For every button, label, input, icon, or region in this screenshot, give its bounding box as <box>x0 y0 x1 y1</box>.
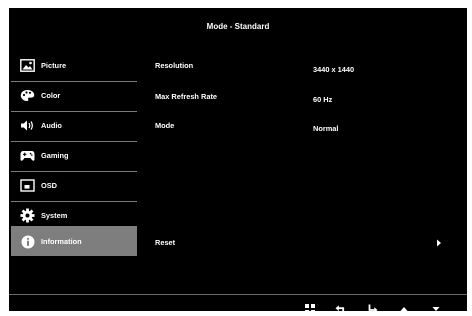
refresh-rate-label: Max Refresh Rate <box>155 92 218 101</box>
sidebar-item-gaming[interactable]: Gaming <box>11 142 137 171</box>
sidebar-item-label: Color <box>41 91 61 100</box>
resolution-value: 3440 x 1440 <box>313 65 355 74</box>
speaker-icon <box>20 118 35 133</box>
sidebar-item-audio[interactable]: Audio <box>11 112 137 141</box>
chevron-right-icon <box>437 239 441 247</box>
osd-title: Mode - Standard <box>206 22 270 31</box>
sidebar-item-label: Gaming <box>41 151 69 160</box>
mode-label: Mode <box>155 121 175 130</box>
sidebar-item-label: Audio <box>41 121 62 130</box>
sidebar-item-information[interactable]: Information <box>11 226 137 256</box>
gamepad-icon <box>20 148 35 163</box>
reset-button[interactable]: Reset <box>155 238 175 247</box>
down-arrow-icon <box>432 307 440 311</box>
mode-value: Normal <box>313 124 339 133</box>
enter-button[interactable] <box>366 302 380 316</box>
return-button[interactable] <box>333 302 347 316</box>
down-button[interactable] <box>429 302 443 316</box>
enter-icon <box>368 304 378 313</box>
refresh-rate-value: 60 Hz <box>313 95 333 104</box>
grid-menu-icon <box>305 304 315 314</box>
sidebar-item-label: System <box>41 211 68 220</box>
up-arrow-icon <box>400 307 408 311</box>
resolution-label: Resolution <box>155 61 194 70</box>
sidebar-item-osd[interactable]: OSD <box>11 172 137 201</box>
info-icon <box>20 234 35 249</box>
osd-window-icon <box>20 178 35 193</box>
sidebar-item-picture[interactable]: Picture <box>11 52 137 81</box>
grid-menu-button[interactable] <box>303 302 317 316</box>
sidebar-item-color[interactable]: Color <box>11 82 137 111</box>
up-button[interactable] <box>397 302 411 316</box>
sidebar-item-label: Picture <box>41 61 67 70</box>
sidebar-item-label: OSD <box>41 181 58 190</box>
gear-icon <box>20 208 35 223</box>
footer-divider <box>9 294 467 295</box>
palette-icon <box>20 88 35 103</box>
sidebar-item-label: Information <box>41 237 82 246</box>
picture-icon <box>20 58 35 73</box>
return-icon <box>335 305 345 314</box>
osd-panel: Mode - Standard Picture Color Audio Gami… <box>9 8 467 314</box>
